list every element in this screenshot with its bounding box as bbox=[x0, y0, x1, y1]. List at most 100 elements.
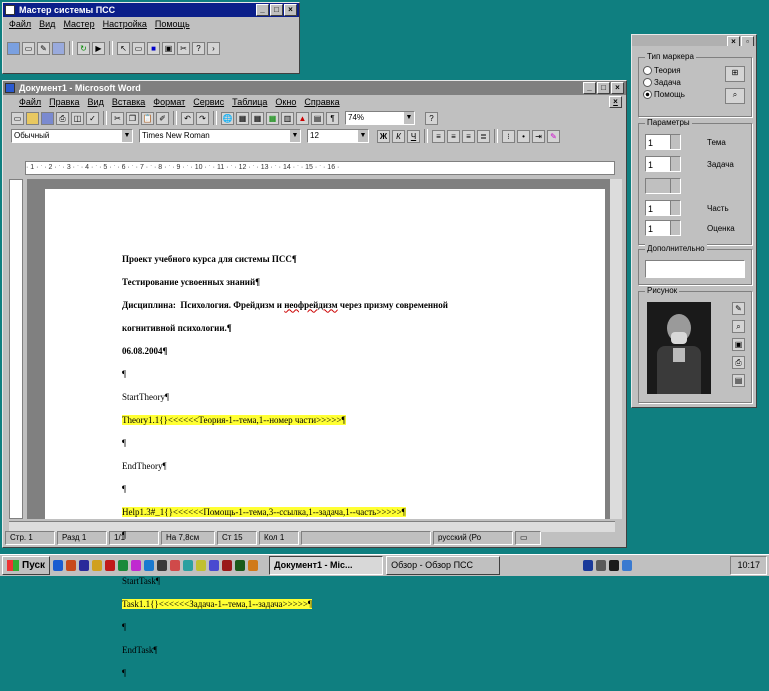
radio-theory[interactable]: Теория bbox=[643, 64, 685, 76]
minimize-button[interactable]: _ bbox=[256, 4, 269, 16]
run-icon[interactable]: ▶ bbox=[92, 41, 105, 55]
insert-marker-button[interactable]: ⊞ bbox=[725, 66, 745, 82]
panel-titlebar[interactable]: × ▫ bbox=[632, 35, 756, 46]
word-titlebar[interactable]: Документ1 - Microsoft Word _ □ × bbox=[3, 81, 626, 95]
menu-format[interactable]: Формат bbox=[153, 96, 185, 108]
quicklaunch-icon[interactable] bbox=[131, 560, 142, 571]
quicklaunch-icon[interactable] bbox=[144, 560, 155, 571]
topic-spinner[interactable]: 1 bbox=[645, 134, 681, 150]
menu-file[interactable]: Файл bbox=[19, 96, 41, 108]
vertical-ruler[interactable] bbox=[9, 179, 23, 519]
redo-icon[interactable]: ↷ bbox=[196, 111, 209, 125]
radio-task[interactable]: Задача bbox=[643, 76, 685, 88]
save-icon[interactable] bbox=[52, 41, 65, 55]
doc-map-icon[interactable]: ▤ bbox=[311, 111, 324, 125]
open-icon[interactable] bbox=[7, 41, 20, 55]
radio-help[interactable]: Помощь bbox=[643, 88, 685, 100]
document-text[interactable]: Проект учебного курса для системы ПСС¶ Т… bbox=[122, 242, 448, 691]
taskbar-word-button[interactable]: Документ1 - Mic... bbox=[269, 556, 384, 575]
quicklaunch-icon[interactable] bbox=[66, 560, 77, 571]
insert-table-icon[interactable]: ▦ bbox=[251, 111, 264, 125]
cursor-icon[interactable]: ↖ bbox=[117, 41, 130, 55]
menu-help[interactable]: Помощь bbox=[155, 18, 190, 30]
menu-view[interactable]: Вид bbox=[88, 96, 104, 108]
horizontal-ruler[interactable]: · 1 · ˑ · 2 · ˑ · 3 · ˑ · 4 · ˑ · 5 · ˑ … bbox=[25, 161, 615, 175]
menu-wizard[interactable]: Мастер bbox=[63, 18, 94, 30]
font-select[interactable]: Times New Roman ▼ bbox=[139, 129, 301, 143]
wizard-titlebar[interactable]: Мастер системы ПСС _ □ × bbox=[3, 3, 299, 17]
menu-settings[interactable]: Настройка bbox=[103, 18, 147, 30]
justify-icon[interactable]: ≣ bbox=[477, 129, 490, 143]
tables-icon[interactable]: ▦ bbox=[236, 111, 249, 125]
menu-view[interactable]: Вид bbox=[39, 18, 55, 30]
print-picture-icon[interactable]: ⎙ bbox=[732, 356, 745, 369]
load-picture-icon[interactable]: ✎ bbox=[732, 302, 745, 315]
next-icon[interactable]: › bbox=[207, 41, 220, 55]
menu-table[interactable]: Таблица bbox=[232, 96, 267, 108]
quicklaunch-icon[interactable] bbox=[196, 560, 207, 571]
preview-icon[interactable]: ◫ bbox=[71, 111, 84, 125]
office-assistant-icon[interactable]: ? bbox=[425, 111, 438, 125]
quicklaunch-icon[interactable] bbox=[235, 560, 246, 571]
style-select[interactable]: Обычный ▼ bbox=[11, 129, 133, 143]
find-marker-button[interactable]: ⌕ bbox=[725, 88, 745, 104]
tray-icon[interactable] bbox=[622, 560, 633, 571]
start-button[interactable]: Пуск bbox=[2, 556, 51, 575]
highlight-icon[interactable]: ✎ bbox=[547, 129, 560, 143]
quicklaunch-icon[interactable] bbox=[53, 560, 64, 571]
task-spinner[interactable]: 1 bbox=[645, 156, 681, 172]
new-icon[interactable]: ▭ bbox=[22, 41, 35, 55]
vertical-scrollbar[interactable] bbox=[609, 179, 622, 519]
menu-tools[interactable]: Сервис bbox=[193, 96, 224, 108]
quicklaunch-icon[interactable] bbox=[92, 560, 103, 571]
bullets-icon[interactable]: • bbox=[517, 129, 530, 143]
doc-close-button[interactable]: × bbox=[609, 96, 622, 108]
panel-pin-button[interactable]: ▫ bbox=[741, 36, 754, 46]
undo-icon[interactable]: ↶ bbox=[181, 111, 194, 125]
numbering-icon[interactable]: ⁝ bbox=[502, 129, 515, 143]
zoom-picture-icon[interactable]: ⌕ bbox=[732, 320, 745, 333]
paste-icon[interactable]: 📋 bbox=[141, 111, 154, 125]
italic-icon[interactable]: К bbox=[392, 129, 405, 143]
quicklaunch-icon[interactable] bbox=[157, 560, 168, 571]
hyperlink-icon[interactable]: 🌐 bbox=[221, 111, 234, 125]
spelling-icon[interactable]: ✓ bbox=[86, 111, 99, 125]
cut-icon[interactable]: ✂ bbox=[111, 111, 124, 125]
quicklaunch-icon[interactable] bbox=[118, 560, 129, 571]
quicklaunch-icon[interactable] bbox=[222, 560, 233, 571]
panel-close-button[interactable]: × bbox=[727, 36, 740, 46]
align-left-icon[interactable]: ≡ bbox=[432, 129, 445, 143]
menu-insert[interactable]: Вставка bbox=[112, 96, 145, 108]
new-doc-icon[interactable]: ▭ bbox=[11, 111, 24, 125]
maximize-button[interactable]: □ bbox=[270, 4, 283, 16]
underline-icon[interactable]: Ч bbox=[407, 129, 420, 143]
extra-input[interactable] bbox=[645, 260, 745, 278]
link-spinner[interactable] bbox=[645, 178, 681, 194]
quicklaunch-icon[interactable] bbox=[79, 560, 90, 571]
menu-edit[interactable]: Правка bbox=[49, 96, 79, 108]
quicklaunch-icon[interactable] bbox=[170, 560, 181, 571]
close-button[interactable]: × bbox=[284, 4, 297, 16]
taskbar-clock[interactable]: 10:17 bbox=[730, 556, 767, 575]
picture-props-icon[interactable]: ▣ bbox=[732, 338, 745, 351]
zoom-select[interactable]: 74% ▼ bbox=[345, 111, 415, 125]
menu-window[interactable]: Окно bbox=[275, 96, 296, 108]
quicklaunch-icon[interactable] bbox=[209, 560, 220, 571]
quicklaunch-icon[interactable] bbox=[105, 560, 116, 571]
copy-icon[interactable]: ❐ bbox=[126, 111, 139, 125]
indent-icon[interactable]: ⇥ bbox=[532, 129, 545, 143]
format-painter-icon[interactable]: ✐ bbox=[156, 111, 169, 125]
font-size-select[interactable]: 12 ▼ bbox=[307, 129, 369, 143]
menu-help[interactable]: Справка bbox=[304, 96, 339, 108]
quicklaunch-icon[interactable] bbox=[183, 560, 194, 571]
part-spinner[interactable]: 1 bbox=[645, 200, 681, 216]
menu-file[interactable]: Файл bbox=[9, 18, 31, 30]
help-icon[interactable]: ? bbox=[192, 41, 205, 55]
align-right-icon[interactable]: ≡ bbox=[462, 129, 475, 143]
show-marks-icon[interactable]: ¶ bbox=[326, 111, 339, 125]
page-icon[interactable]: ▭ bbox=[132, 41, 145, 55]
tray-icon[interactable] bbox=[583, 560, 594, 571]
quicklaunch-icon[interactable] bbox=[248, 560, 259, 571]
marker-icon[interactable]: ■ bbox=[147, 41, 160, 55]
align-center-icon[interactable]: ≡ bbox=[447, 129, 460, 143]
